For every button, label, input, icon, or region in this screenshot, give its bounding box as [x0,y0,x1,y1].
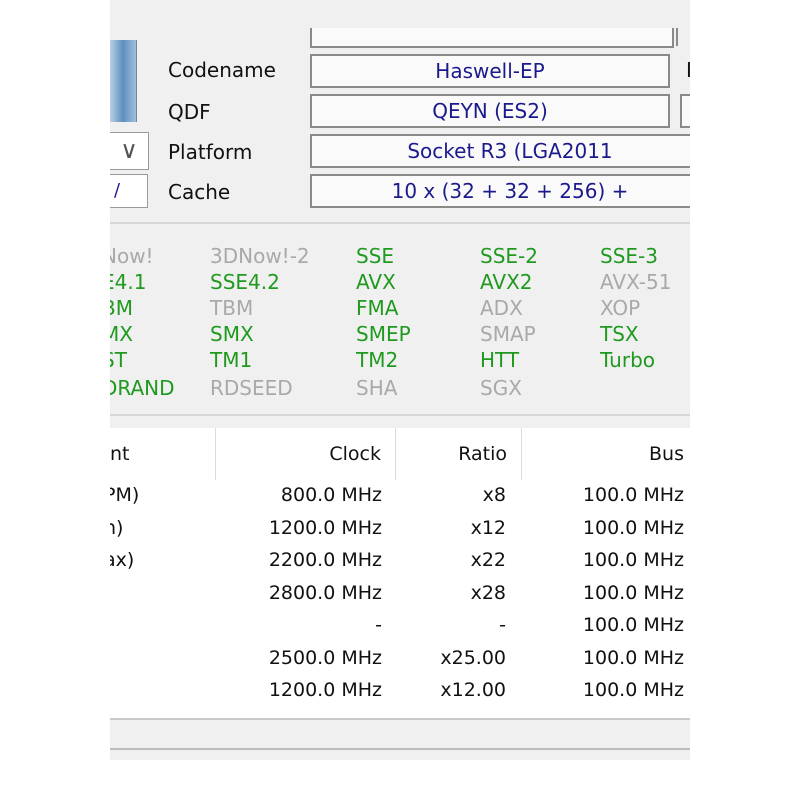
instruction-htt: HTT [480,348,520,372]
codename-value: Haswell-EP [310,54,670,88]
clock-bus-cell: 100.0 MHz [582,614,684,636]
instruction-e4-1: E4.1 [110,270,147,294]
status-bar [110,718,690,750]
clock-bus-cell: 100.0 MHz [582,581,684,604]
clock-name-cell: : [110,679,204,701]
clock-ratio-cell: x25.00 [440,646,506,669]
cores-box: / [110,174,148,208]
instruction-tm1: TM1 [210,348,253,372]
cpu-logo [110,40,137,122]
clock-frequency-cell: - [375,614,382,636]
instruction-drand: DRAND [110,376,175,400]
instruction-turbo: Turbo [600,348,656,372]
clock-frequency-cell: 1200.0 MHz [268,679,382,701]
clock-frequency-cell: 1200.0 MHz [268,516,382,539]
codename-label: Codename [168,58,276,82]
cpu-info-panel: Codename Haswell-EP I QDF QEYN (ES2) ∨ P… [110,0,690,760]
header-name[interactable]: nt [110,428,216,480]
qdf-side-field [680,94,690,128]
platform-value: Socket R3 (LGA2011 [310,134,690,168]
clock-frequency-cell: 800.0 MHz [280,484,382,506]
clocks-table-header: nt Clock Ratio Bus [110,428,690,480]
clock-bus-cell: 100.0 MHz [582,516,684,539]
instruction-mx: MX [110,322,133,346]
clock-ratio-cell: - [499,614,506,636]
instruction-avx2: AVX2 [480,270,533,294]
instruction-sha: SHA [356,376,398,400]
specification-side-field [676,28,690,46]
instruction-xop: XOP [600,296,641,320]
cache-value: 10 x (32 + 32 + 256) + [310,174,690,208]
instruction-tsx: TSX [600,322,639,346]
clock-bus-cell: 100.0 MHz [582,549,684,571]
clock-ratio-cell: x28 [470,581,506,604]
header-ratio[interactable]: Ratio [396,428,522,480]
codename-side-label: I [686,58,690,82]
qdf-label: QDF [168,100,211,124]
instruction-tbm: TBM [210,296,254,320]
clock-name-cell: n) [110,516,124,539]
clock-frequency-cell: 2200.0 MHz [268,549,382,571]
instruction-avx: AVX [356,270,396,294]
clock-ratio-cell: x22 [470,549,506,571]
processor-select-dropdown[interactable]: ∨ [110,132,149,170]
instruction-avx-51: AVX-51 [600,270,672,294]
specification-field [310,28,674,48]
instruction-adx: ADX [480,296,523,320]
instruction-smx: SMX [210,322,254,346]
clock-ratio-cell: x8 [482,484,506,506]
section-divider [110,414,690,416]
instruction-sse4-2: SSE4.2 [210,270,280,294]
instruction-sse-2: SSE-2 [480,244,538,268]
clock-bus-cell: 100.0 MHz [582,646,684,669]
clock-frequency-cell: 2800.0 MHz [268,581,382,604]
clocks-table: PM) 800.0 MHz x8 100.0 MHz n) 1200.0 MHz x12 10… [110,480,690,720]
section-divider [110,222,690,224]
instruction-3dnow-2: 3DNow!-2 [210,244,310,268]
clock-bus-cell: 100.0 MHz [582,484,684,506]
chevron-down-icon: ∨ [120,136,138,164]
clock-ratio-cell: x12 [470,516,506,539]
clock-bus-cell: 100.0 MHz [582,679,684,701]
platform-label: Platform [168,140,253,164]
instruction-smep: SMEP [356,322,411,346]
clock-ratio-cell: x12.00 [440,679,506,701]
instruction-now: Now! [110,244,154,268]
instruction-tm2: TM2 [356,348,399,372]
cache-label: Cache [168,180,231,204]
header-clock[interactable]: Clock [216,428,396,480]
instruction-sgx: SGX [480,376,522,400]
clock-frequency-cell: 2500.0 MHz [268,646,382,669]
header-bus[interactable]: Bus [522,428,690,480]
instruction-smap: SMAP [480,322,536,346]
instruction-rdseed: RDSEED [210,376,293,400]
qdf-value: QEYN (ES2) [310,94,670,128]
clock-name-cell: PM) [110,484,140,506]
instruction-fma: FMA [356,296,399,320]
clock-name-cell: ax) [110,549,135,571]
instruction-sse: SSE [356,244,395,268]
instruction-st: ST [110,348,127,372]
instruction-sse-3: SSE-3 [600,244,658,268]
instruction-bm: BM [110,296,133,320]
bottom-divider [110,748,690,750]
